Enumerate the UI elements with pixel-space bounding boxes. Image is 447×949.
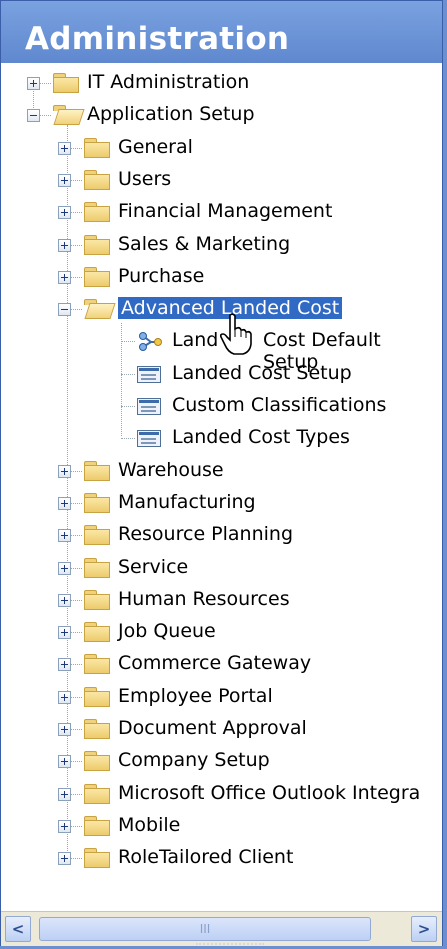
tree-item-label: Document Approval: [118, 717, 307, 739]
scroll-right-button[interactable]: >: [411, 916, 437, 942]
tree-expander-icon[interactable]: [58, 755, 71, 769]
tree-guide-line: [121, 323, 122, 436]
tree-expander-icon[interactable]: [27, 77, 40, 90]
tree-item-label: Service: [118, 555, 189, 578]
scroll-thumb-grip: III: [199, 922, 211, 936]
tree-item-label: Application Setup: [87, 103, 255, 126]
tree-item-label: Users: [118, 167, 172, 190]
folder-icon: [84, 169, 110, 190]
tree-expander-icon[interactable]: [58, 206, 71, 220]
form-icon: [137, 430, 161, 448]
folder-icon: [84, 719, 110, 739]
tree-expander-icon[interactable]: [58, 496, 71, 510]
tree-item-label: Warehouse: [118, 458, 224, 481]
scroll-left-arrow-icon: <: [11, 920, 25, 938]
hand-cursor-icon: [220, 313, 252, 355]
form-icon: [137, 365, 161, 383]
tree-expander-icon[interactable]: [58, 626, 71, 640]
folder-icon: [84, 654, 110, 675]
tree-branch-line: [121, 406, 135, 407]
folder-icon: [84, 589, 110, 610]
folder-icon: [84, 848, 110, 869]
tree-expander-icon[interactable]: [58, 658, 71, 672]
tree-item-label: Sales & Marketing: [118, 232, 291, 255]
folder-icon: [84, 557, 110, 578]
folder-icon: [84, 299, 116, 320]
tree-expander-icon[interactable]: [27, 109, 40, 123]
tree-expander-icon[interactable]: [58, 303, 71, 317]
form-icon: [137, 398, 161, 415]
tree-item-label: General: [118, 135, 193, 158]
folder-icon: [84, 266, 110, 287]
folder-icon: [84, 202, 110, 223]
folder-icon: [84, 137, 110, 158]
tree-branch-line: [121, 438, 135, 440]
folder-icon: [53, 73, 79, 93]
tree-item-label: Job Queue: [118, 620, 216, 643]
tree-item-label: Human Resources: [118, 587, 290, 610]
tree-expander-icon[interactable]: [58, 819, 71, 833]
folder-icon: [84, 460, 110, 481]
tree-expander-icon[interactable]: [58, 464, 71, 478]
pane-header: Administration: [1, 1, 442, 63]
tree-expander-icon[interactable]: [58, 238, 71, 252]
tree-item-label: Microsoft Office Outlook Integra: [118, 781, 421, 804]
tree-expander-icon[interactable]: [58, 593, 71, 607]
scroll-left-button[interactable]: <: [5, 916, 31, 942]
pane-title: Administration: [25, 21, 290, 57]
tree-expander-icon[interactable]: [58, 173, 71, 187]
folder-icon: [84, 783, 110, 804]
tree-item-label: Employee Portal: [118, 684, 273, 707]
scroll-thumb[interactable]: III: [39, 917, 371, 941]
tree-item-label: Commerce Gateway: [118, 652, 312, 675]
scroll-right-arrow-icon: >: [417, 920, 431, 938]
setup-icon: [139, 332, 162, 352]
tree-item-label: Financial Management: [118, 200, 333, 223]
tree-item-label: IT Administration: [87, 71, 250, 93]
tree-guide-line: [67, 125, 68, 853]
navigation-tree[interactable]: IT Administration Application Setup Genera…: [1, 63, 442, 911]
folder-icon: [53, 105, 85, 126]
tree-item-label: Custom Classifications: [172, 394, 387, 416]
tree-expander-icon[interactable]: [58, 690, 71, 704]
tree-branch-line: [121, 341, 135, 343]
tree-expander-icon[interactable]: [58, 723, 71, 736]
tree-item-label: Land: [172, 329, 219, 352]
tree-item-label: Purchase: [118, 264, 205, 287]
tree-item-label: Company Setup: [118, 749, 270, 772]
navigation-pane: Administration IT Administration Applicat…: [0, 0, 443, 946]
folder-icon: [84, 622, 110, 643]
folder-icon: [84, 751, 110, 772]
tree-item-label: Manufacturing: [118, 490, 256, 513]
tree-expander-icon[interactable]: [58, 561, 71, 575]
tree-item-label: Resource Planning: [118, 523, 294, 546]
tree-branch-line: [121, 373, 135, 375]
tree-item-label: RoleTailored Client: [118, 846, 294, 869]
tree-expander-icon[interactable]: [58, 270, 71, 284]
folder-icon: [84, 234, 110, 255]
folder-icon: [84, 815, 110, 836]
tree-item-label: Landed Cost Setup: [172, 361, 352, 384]
tree-expander-icon[interactable]: [58, 852, 71, 866]
tree-item-label: Mobile: [118, 813, 181, 836]
folder-icon: [84, 525, 110, 546]
tree-expander-icon[interactable]: [58, 529, 71, 543]
tree-item-label: Landed Cost Types: [172, 426, 350, 449]
pane-resize-grip[interactable]: [196, 943, 264, 949]
tree-expander-icon[interactable]: [58, 787, 71, 801]
tree-expander-icon[interactable]: [58, 141, 71, 155]
folder-icon: [84, 492, 110, 513]
horizontal-scrollbar[interactable]: < III >: [1, 911, 442, 946]
folder-icon: [84, 686, 110, 707]
